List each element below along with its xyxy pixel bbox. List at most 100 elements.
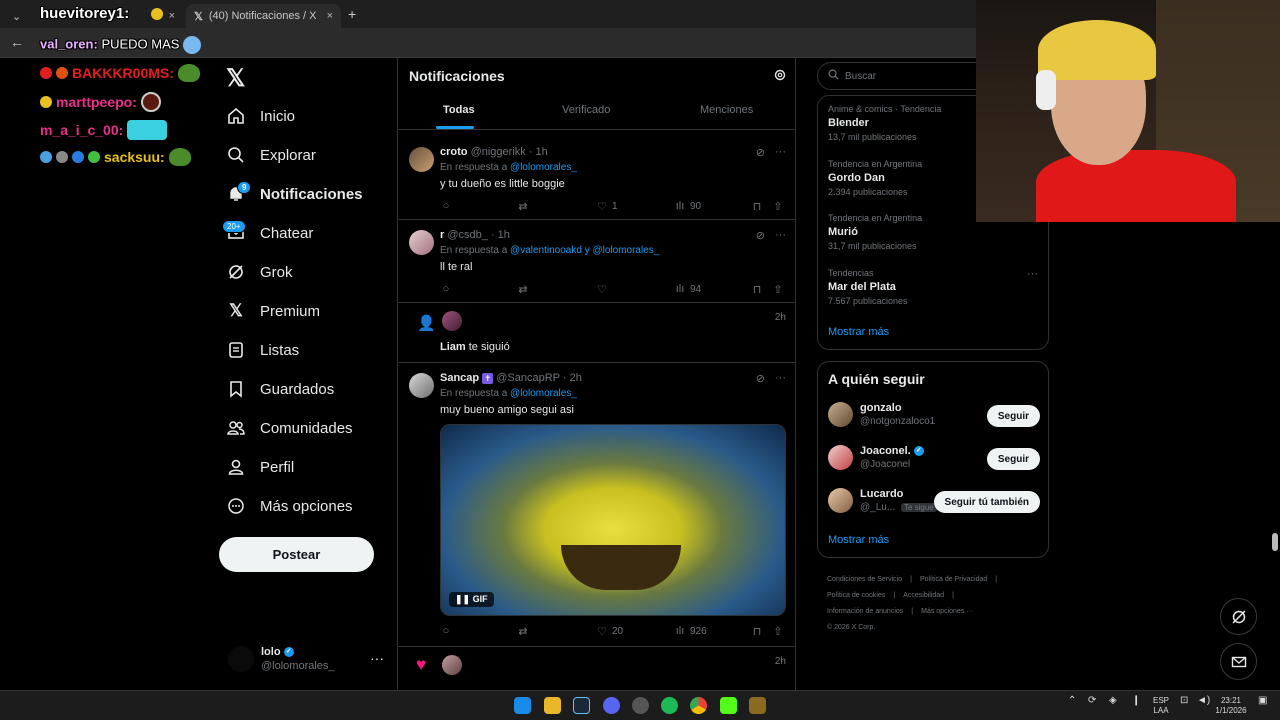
suggested-user[interactable]: Joaconel. ✓ @Joaconel Seguir <box>828 445 1040 475</box>
like-notification[interactable]: ♥ 2h <box>398 647 795 690</box>
footer-link[interactable]: Política de cookies <box>827 592 885 599</box>
repost-button[interactable]: ⇄ <box>517 283 529 296</box>
tab-close-icon[interactable]: × <box>327 10 333 22</box>
tab-notificaciones[interactable]: 𝕏 (40) Notificaciones / X × <box>186 4 341 28</box>
back-arrow-icon[interactable]: ← <box>10 34 24 50</box>
repost-button[interactable]: ⇄ <box>517 625 529 638</box>
repost-button[interactable]: ⇄ <box>517 200 529 213</box>
nav-item-mas-opciones[interactable]: Más opciones <box>226 496 353 516</box>
language-indicator[interactable]: ESP LAA <box>1152 696 1170 716</box>
nav-item-comunidades[interactable]: Comunidades <box>226 418 353 438</box>
avatar[interactable] <box>409 230 434 255</box>
tray-sync-icon[interactable]: ⟳ <box>1088 696 1096 706</box>
views-button[interactable]: ılı 94 <box>674 283 701 295</box>
suggested-user[interactable]: gonzalo @notgonzaloco1 Seguir <box>828 402 1040 432</box>
post[interactable]: Sancap ✝ @SancapRP · 2h ⊘ ··· En respues… <box>398 363 795 647</box>
bookmark-button[interactable]: ⊓ <box>751 283 763 296</box>
author-name[interactable]: croto <box>440 146 468 158</box>
tab-menciones[interactable]: Menciones <box>700 104 753 116</box>
more-icon[interactable]: ··· <box>775 372 786 385</box>
nav-item-notificaciones[interactable]: 9 Notificaciones <box>226 181 363 204</box>
footer-link[interactable]: Información de anuncios <box>827 608 903 615</box>
reply-mention-link[interactable]: @lolomorales_ <box>510 162 577 173</box>
follow-back-button[interactable]: Seguir tú también <box>933 491 1040 513</box>
follower-name[interactable]: Liam <box>440 341 466 353</box>
messages-floating-button[interactable] <box>1220 643 1257 680</box>
like-button[interactable]: ♡ 20 <box>596 625 623 638</box>
microphone-icon[interactable]: ❙ <box>1132 696 1140 706</box>
like-button[interactable]: ♡ 1 <box>596 200 618 213</box>
more-icon[interactable]: ··· <box>775 146 786 159</box>
new-tab-button[interactable]: + <box>348 6 356 22</box>
gif-badge[interactable]: ❚❚ GIF <box>449 592 494 607</box>
share-button[interactable]: ⇧ <box>772 283 784 296</box>
post[interactable]: r @csdb_ · 1h ⊘ ··· En respuesta a @vale… <box>398 220 795 303</box>
views-button[interactable]: ılı 90 <box>674 200 701 212</box>
reply-mention-link[interactable]: @valentinooakd y @lolomorales_ <box>510 245 659 256</box>
nav-item-listas[interactable]: Listas <box>226 340 299 360</box>
follow-button[interactable]: Seguir <box>986 448 1040 470</box>
page-scrollbar-thumb[interactable] <box>1272 533 1278 551</box>
chevron-up-icon[interactable]: ⌃ <box>1068 696 1076 706</box>
nav-item-grok[interactable]: Grok <box>226 262 293 282</box>
like-button[interactable]: ♡ <box>596 283 612 296</box>
more-icon[interactable]: ··· <box>370 650 384 666</box>
bookmark-button[interactable]: ⊓ <box>751 625 763 638</box>
chrome-icon[interactable] <box>690 697 707 714</box>
reply-button[interactable]: ○ <box>440 625 452 637</box>
post-button[interactable]: Postear <box>219 537 374 572</box>
share-button[interactable]: ⇧ <box>772 625 784 638</box>
footer-link[interactable]: Condiciones de Servicio <box>827 576 902 583</box>
reply-mention-link[interactable]: @lolomorales_ <box>510 388 577 399</box>
footer-link[interactable]: Política de Privacidad <box>920 576 987 583</box>
network-icon[interactable]: ⊡ <box>1180 696 1188 706</box>
bookmark-button[interactable]: ⊓ <box>751 200 763 213</box>
suggested-user-name[interactable]: Joaconel. ✓ <box>860 445 924 457</box>
avatar[interactable] <box>828 402 853 427</box>
volume-icon[interactable]: ◄) <box>1197 696 1210 706</box>
grok-icon[interactable]: ⊘ <box>756 372 765 385</box>
avatar[interactable] <box>828 488 853 513</box>
discord-icon[interactable] <box>603 697 620 714</box>
steam-icon[interactable] <box>573 697 590 714</box>
suggested-user-name[interactable]: Lucardo <box>860 488 903 500</box>
footer-link[interactable]: Más opciones ··· <box>921 608 973 615</box>
avatar[interactable] <box>442 655 462 675</box>
tab-todas[interactable]: Todas <box>443 104 475 116</box>
more-icon[interactable]: ··· <box>775 229 786 242</box>
grok-icon[interactable]: ⊘ <box>756 146 765 159</box>
nav-item-explorar[interactable]: Explorar <box>226 145 316 165</box>
tray-shield-icon[interactable]: ◈ <box>1109 696 1117 706</box>
post[interactable]: croto @niggerikk · 1h ⊘ ··· En respuesta… <box>398 137 795 220</box>
author-name[interactable]: r <box>440 229 444 241</box>
pause-icon[interactable]: ❚❚ <box>455 594 470 604</box>
nav-item-guardados[interactable]: Guardados <box>226 379 334 399</box>
kick-icon[interactable] <box>720 697 737 714</box>
trends-show-more-link[interactable]: Mostrar más <box>828 326 889 338</box>
game-icon[interactable] <box>749 697 766 714</box>
share-button[interactable]: ⇧ <box>772 200 784 213</box>
avatar[interactable] <box>409 373 434 398</box>
nav-item-inicio[interactable]: Inicio <box>226 106 295 126</box>
windows-start-icon[interactable] <box>514 697 531 714</box>
follow-button[interactable]: Seguir <box>986 405 1040 427</box>
tab-verificado[interactable]: Verificado <box>562 104 610 116</box>
suggested-user[interactable]: Lucardo @_Lu... Te sigue Seguir tú tambi… <box>828 488 1040 518</box>
reply-button[interactable]: ○ <box>440 200 452 212</box>
spotify-icon[interactable] <box>661 697 678 714</box>
gif-media[interactable]: ❚❚ GIF <box>440 424 786 616</box>
account-switcher[interactable]: lolo ✓ @lolomorales_ ··· <box>228 644 388 674</box>
clock[interactable]: 23:21 1/1/2026 <box>1212 696 1250 716</box>
gear-icon[interactable] <box>773 68 787 85</box>
avatar[interactable] <box>442 311 462 331</box>
more-icon[interactable]: ··· <box>1027 268 1038 280</box>
file-explorer-icon[interactable] <box>544 697 561 714</box>
nav-item-chatear[interactable]: 20+ Chatear <box>222 220 313 243</box>
nav-item-premium[interactable]: 𝕏 Premium <box>226 301 320 321</box>
trend-item[interactable]: Tendencias Mar del Plata 7.567 publicaci… <box>828 268 1038 306</box>
avatar[interactable] <box>409 147 434 172</box>
avatar[interactable] <box>828 445 853 470</box>
views-button[interactable]: ılı 926 <box>674 625 707 637</box>
grok-floating-button[interactable] <box>1220 598 1257 635</box>
x-logo-icon[interactable]: 𝕏 <box>226 64 245 93</box>
